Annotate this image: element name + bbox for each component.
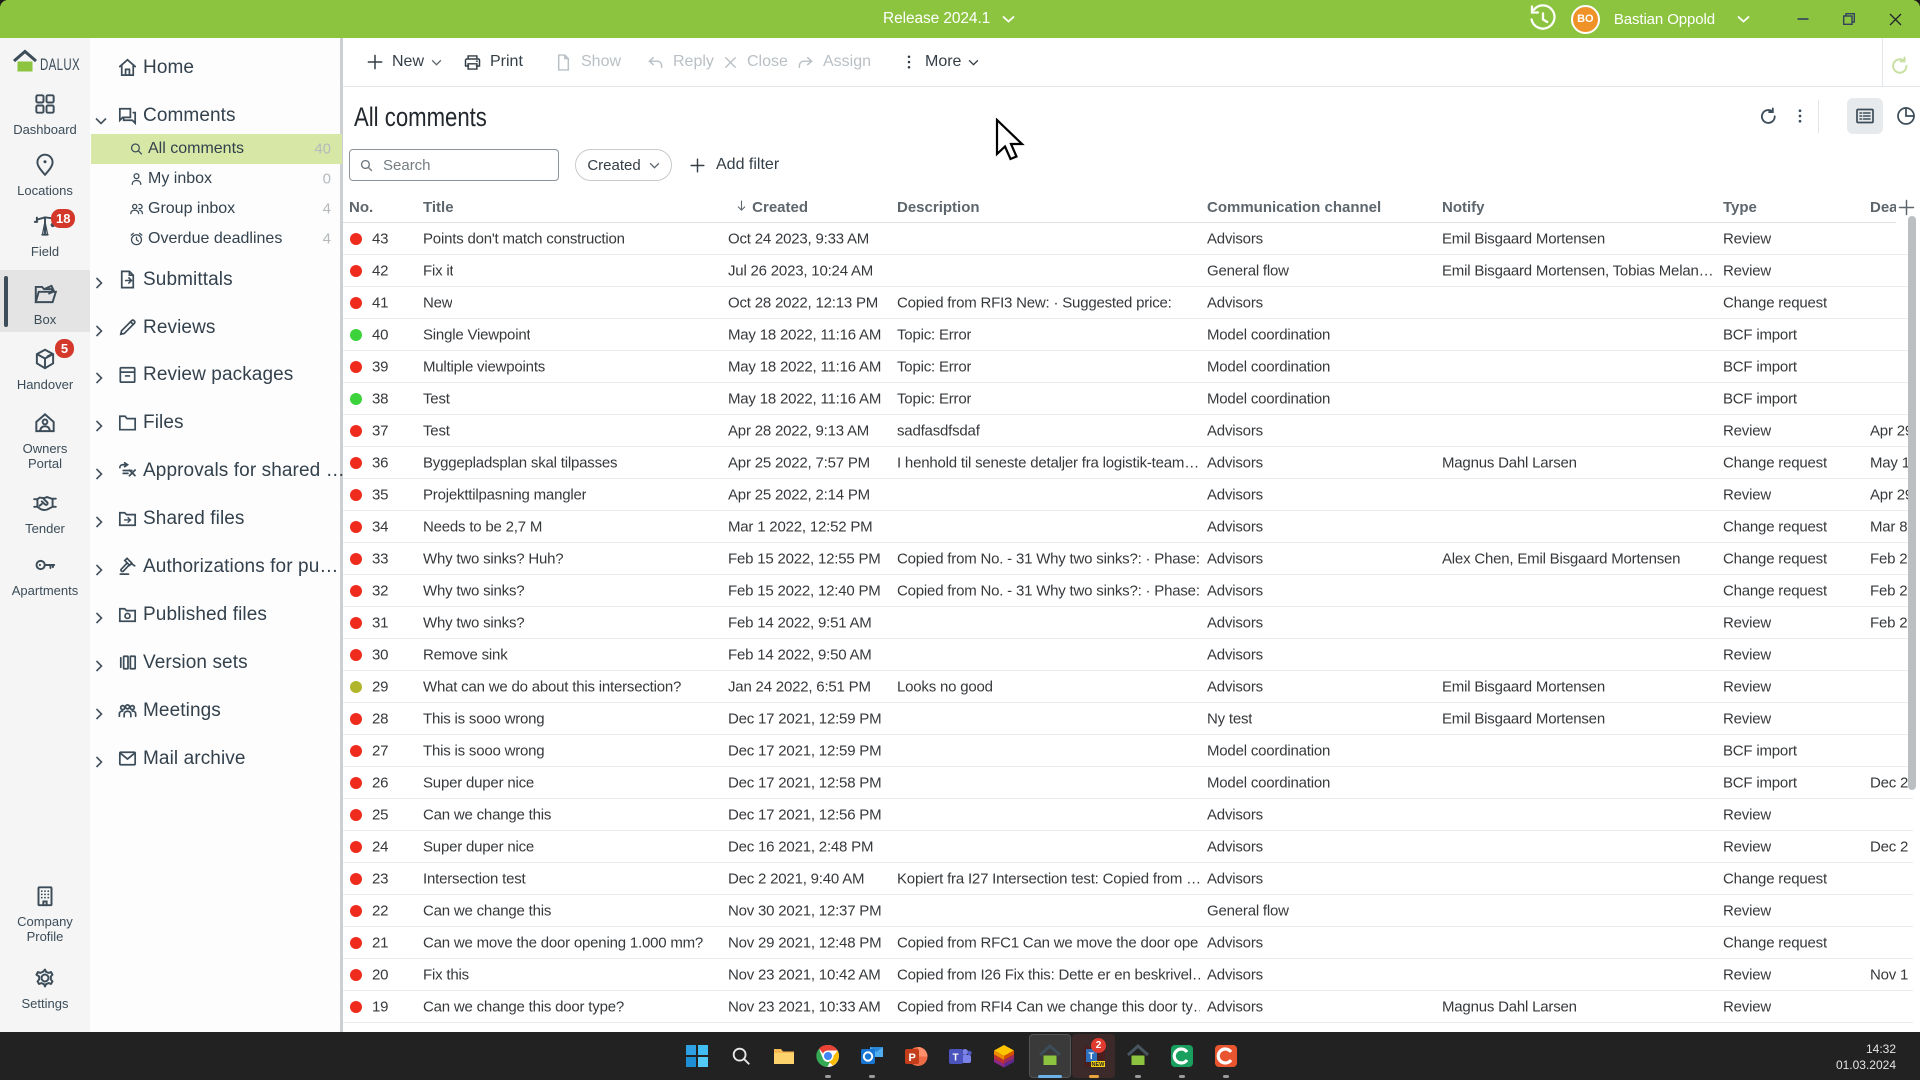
svg-text:DALUX: DALUX xyxy=(40,55,80,74)
svg-text:T: T xyxy=(1088,1051,1094,1061)
svg-text:NEW: NEW xyxy=(1091,1062,1105,1068)
svg-text:P: P xyxy=(908,1052,915,1064)
svg-text:T: T xyxy=(952,1052,958,1063)
